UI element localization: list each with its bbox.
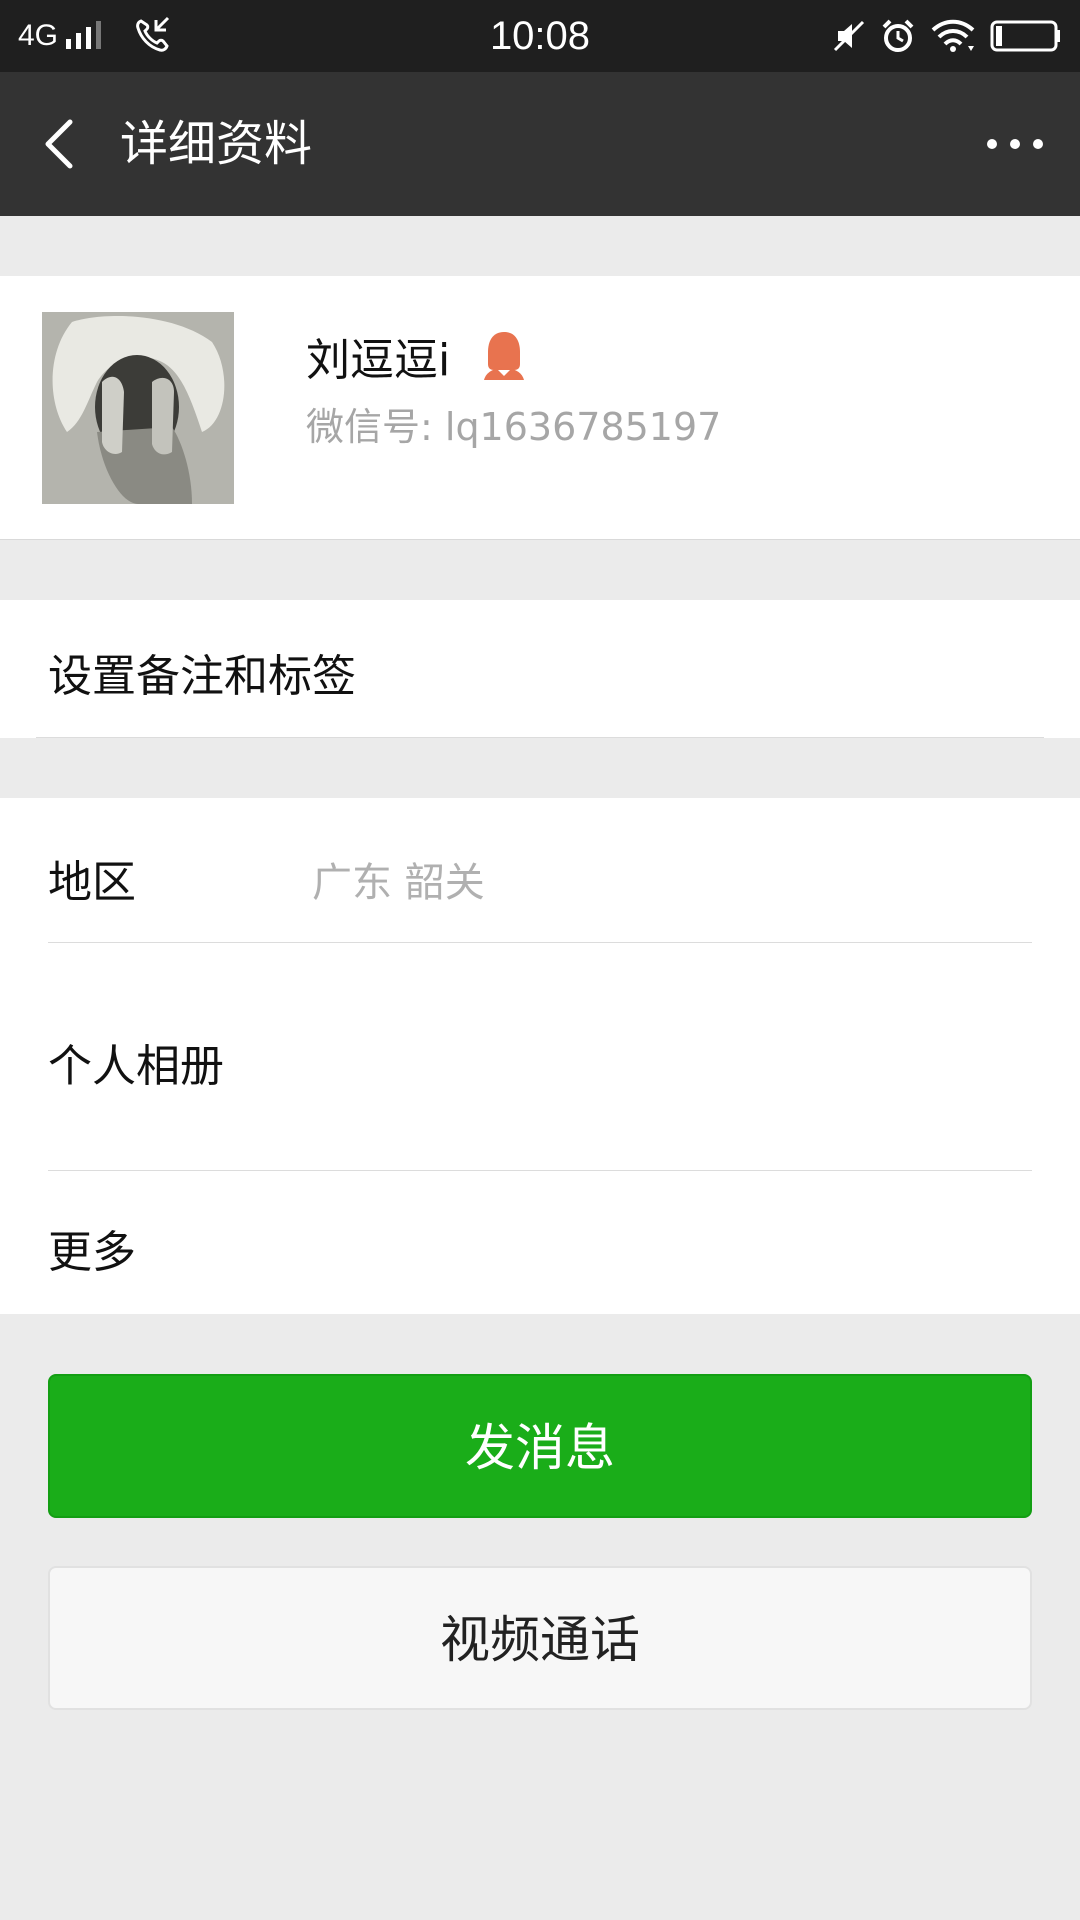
profile-name: 刘逗逗i: [306, 335, 451, 386]
divider: [48, 1170, 1032, 1171]
divider: [36, 737, 1044, 738]
region-value: 广东 韶关: [312, 860, 485, 906]
profile-card: 刘逗逗i 微信号: lq1636785197: [0, 276, 1080, 540]
remark-row[interactable]: 设置备注和标签: [0, 600, 1080, 738]
more-options-icon[interactable]: [980, 114, 1050, 174]
info-section: 地区 广东 韶关 个人相册 更多: [0, 798, 1080, 1314]
page-title: 详细资料: [120, 116, 313, 172]
video-call-button[interactable]: 视频通话: [48, 1566, 1032, 1710]
remark-label: 设置备注和标签: [48, 651, 356, 702]
status-right: [818, 0, 1062, 72]
region-label: 地区: [48, 857, 136, 908]
divider: [48, 942, 1032, 943]
nav-bar: 详细资料: [0, 72, 1080, 216]
avatar[interactable]: [42, 312, 234, 504]
female-icon: [484, 332, 525, 380]
mute-icon: [833, 20, 865, 52]
back-arrow-icon[interactable]: [30, 114, 90, 174]
more-label: 更多: [48, 1227, 136, 1278]
wechat-id: 微信号: lq1636785197: [306, 405, 722, 449]
send-message-button[interactable]: 发消息: [48, 1374, 1032, 1518]
status-bar: 4G 10:08: [0, 0, 1080, 72]
avatar-image: [42, 312, 234, 504]
wifi-icon: [931, 19, 975, 52]
profile-name-row: 刘逗逗i: [306, 326, 528, 386]
battery-icon: [990, 20, 1060, 52]
alarm-icon: [882, 19, 914, 52]
album-label: 个人相册: [48, 1041, 224, 1092]
